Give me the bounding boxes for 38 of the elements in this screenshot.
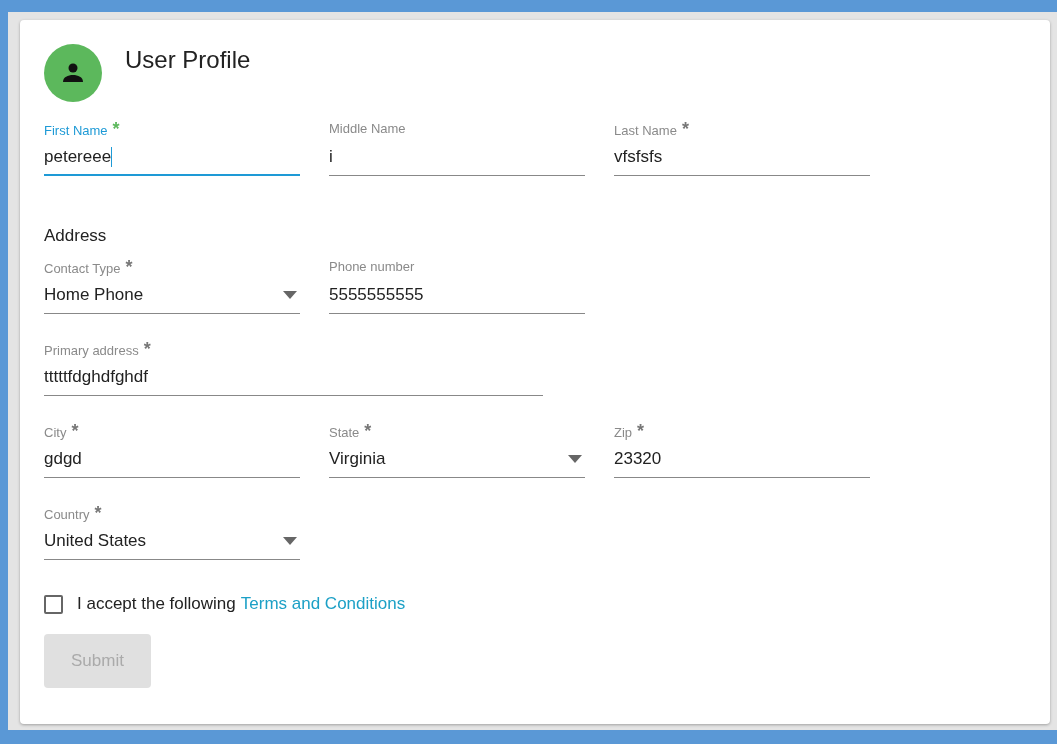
field-label: Last Name * — [614, 120, 690, 138]
select-field[interactable]: State * Virginia — [329, 422, 585, 478]
field-value: Virginia — [329, 449, 386, 469]
input-field[interactable]: Zip * 23320 — [614, 422, 870, 478]
field-value: 23320 — [614, 449, 662, 469]
field-label: Zip * — [614, 422, 646, 440]
page-title: User Profile — [125, 46, 251, 74]
field-label: City * — [44, 422, 80, 440]
field-label: First Name * — [44, 120, 121, 138]
field-value: tttttfdghdfghdf — [44, 367, 148, 387]
field-label: Middle Name — [329, 120, 407, 138]
field-value: 5555555555 — [329, 285, 424, 305]
field-value: United States — [44, 531, 147, 551]
field-label: Country * — [44, 504, 103, 522]
caret-icon — [283, 291, 297, 299]
select-field[interactable]: Contact Type * Home Phone — [44, 258, 300, 314]
input-field[interactable]: Phone number 5555555555 — [329, 258, 585, 314]
field-value: petereee — [44, 147, 113, 167]
terms-text: I accept the following Terms and Conditions — [77, 594, 406, 614]
input-field[interactable]: Last Name * vfsfsfs — [614, 120, 870, 176]
caret-icon — [283, 537, 297, 545]
field-label: Primary address * — [44, 340, 152, 358]
field-value: gdgd — [44, 449, 82, 469]
field-label: Phone number — [329, 258, 416, 276]
section-heading: Address — [44, 226, 108, 246]
field-value: vfsfsfs — [614, 147, 663, 167]
input-field[interactable]: Primary address * tttttfdghdfghdf — [44, 340, 543, 396]
input-field[interactable]: First Name * petereee — [44, 120, 300, 176]
caret-icon — [568, 455, 582, 463]
select-field[interactable]: Country * United States — [44, 504, 300, 560]
field-value: Home Phone — [44, 285, 144, 305]
field-label: Contact Type * — [44, 258, 134, 276]
checkbox[interactable] — [44, 594, 63, 614]
person-icon — [62, 62, 84, 84]
input-field[interactable]: City * gdgd — [44, 422, 300, 478]
field-value: i — [329, 147, 333, 167]
input-field[interactable]: Middle Name i — [329, 120, 585, 176]
field-label: State * — [329, 422, 373, 440]
